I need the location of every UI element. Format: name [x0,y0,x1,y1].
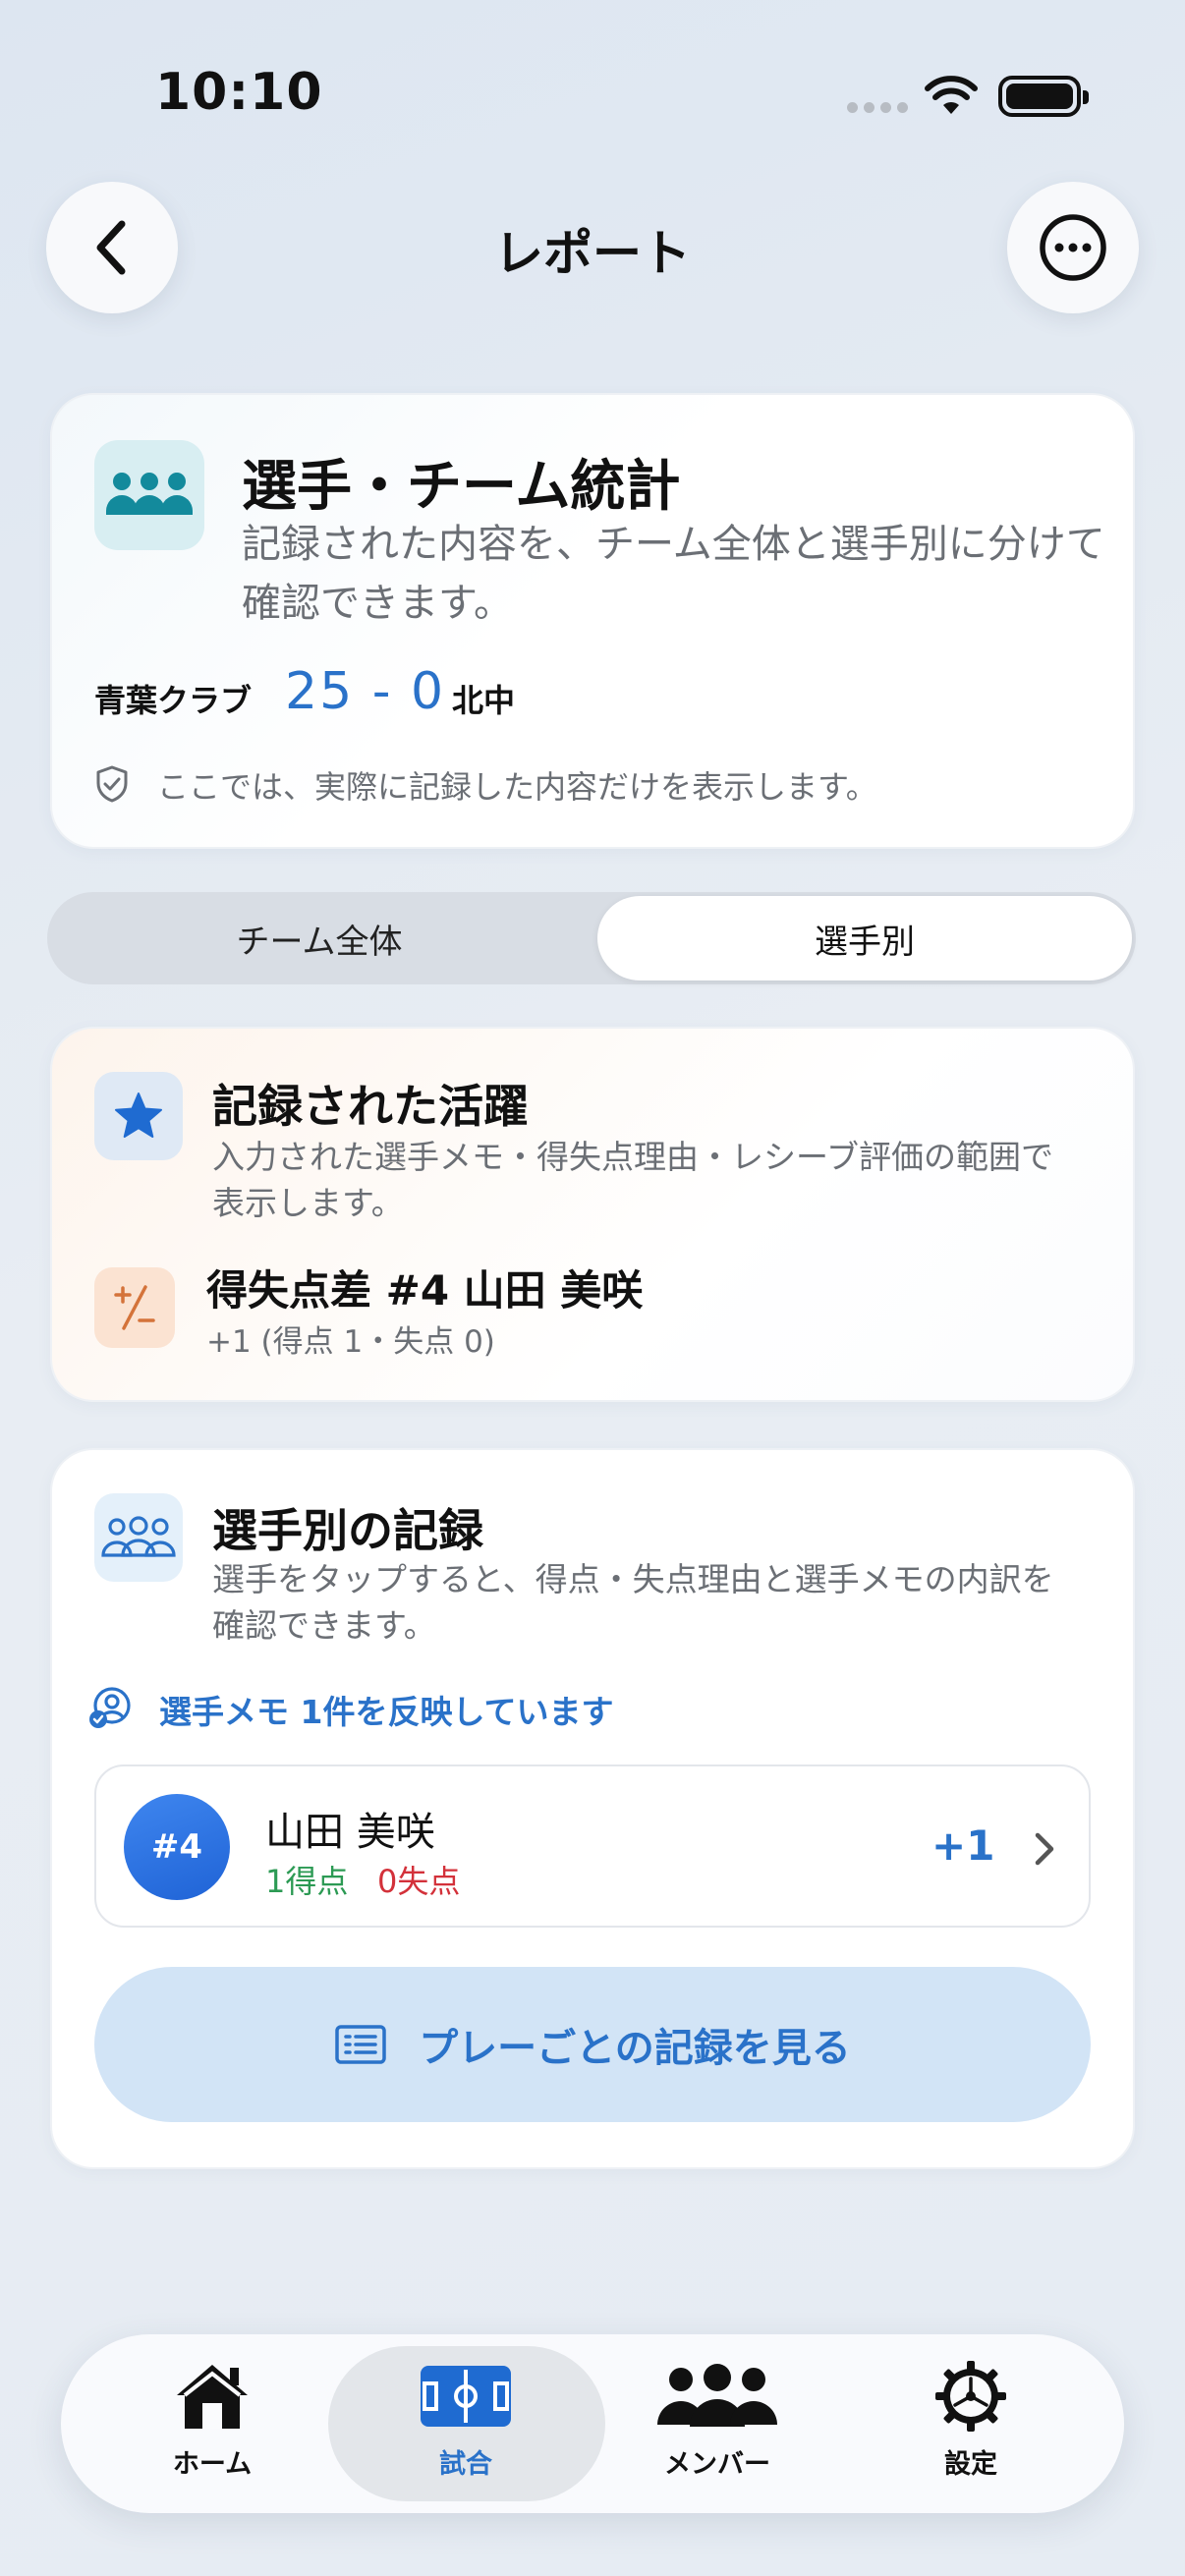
more-button[interactable] [1007,182,1139,313]
player-points: 1得点 [265,1863,349,1900]
player-records-description: 選手をタップすると、得点・失点理由と選手メモの内訳を確認できます。 [212,1560,1054,1645]
away-team-name: 北中 [452,682,516,719]
status-time: 10:10 [155,63,323,122]
ellipsis-circle-icon [1040,214,1106,281]
match-score: 25 - 0 [285,662,446,721]
view-plays-button[interactable]: プレーごとの記録を見る [94,1967,1091,2122]
star-icon [94,1072,183,1160]
tab-settings-label: 設定 [944,2449,997,2480]
memo-notice: 選手メモ 1件を反映しています [159,1693,614,1731]
tab-members-label: メンバー [664,2449,770,2480]
player-diff: +1 [931,1821,995,1870]
tab-match-label: 試合 [439,2449,492,2480]
segment-players[interactable]: 選手別 [597,896,1132,980]
chevron-right-icon [1035,1832,1054,1866]
player-name: 山田 美咲 [265,1810,435,1855]
gear-icon [935,2361,1006,2432]
person-check-icon [89,1687,131,1728]
summary-title: 選手・チーム統計 [242,455,681,519]
segment-team[interactable]: チーム全体 [47,892,592,984]
tab-home-label: ホーム [172,2449,253,2480]
tab-members[interactable]: メンバー [619,2356,816,2493]
home-team-name: 青葉クラブ [94,682,253,719]
plus-minus-icon [94,1267,175,1348]
signal-dots-icon [847,102,908,116]
summary-description: 記録された内容を、チーム全体と選手別に分けて確認できます。 [242,522,1105,626]
view-plays-label: プレーごとの記録を見る [419,2026,851,2071]
house-icon [177,2365,248,2429]
team-stats-icon [94,440,204,550]
battery-icon [998,76,1089,117]
wifi-icon [925,76,978,114]
court-icon [421,2366,511,2427]
shield-check-icon [96,765,128,803]
tab-match[interactable]: 試合 [367,2356,564,2493]
highlight-item-title: 得失点差 #4 山田 美咲 [206,1266,644,1315]
group-icon [94,1493,183,1582]
people-icon [657,2364,777,2427]
highlight-item-sub: +1 (得点 1・失点 0) [206,1324,495,1360]
highlights-description: 入力された選手メモ・得失点理由・レシーブ評価の範囲で表示します。 [212,1138,1054,1222]
highlights-title: 記録された活躍 [212,1080,529,1133]
list-icon [335,2025,386,2064]
tab-settings[interactable]: 設定 [873,2356,1069,2493]
notice-text: ここでは、実際に記録した内容だけを表示します。 [157,768,877,806]
player-conceded: 0失点 [377,1863,461,1900]
player-records-title: 選手別の記録 [212,1504,483,1557]
tab-home[interactable]: ホーム [114,2356,310,2493]
player-number-avatar: #4 [124,1794,230,1900]
